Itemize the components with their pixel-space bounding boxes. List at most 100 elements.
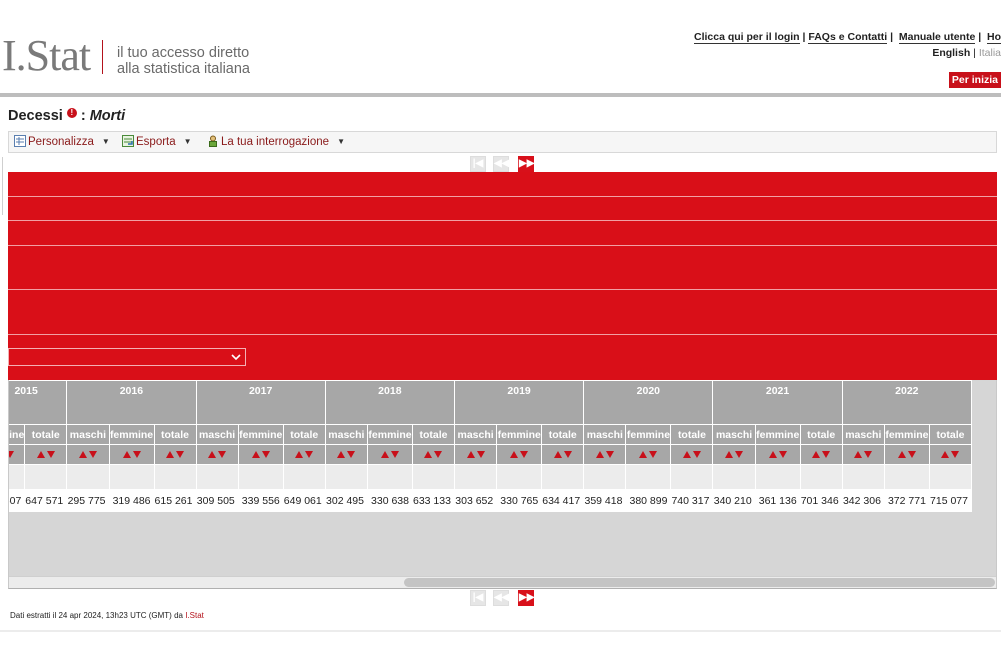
lang-italian[interactable]: Italia [979, 47, 1001, 59]
sort-ascending-icon[interactable] [251, 450, 260, 458]
sort-descending-icon[interactable] [649, 450, 658, 458]
value-cell: 330 765 [496, 489, 543, 512]
side-panel-handle[interactable] [0, 157, 3, 215]
value-cell: 295 775 [66, 489, 110, 512]
sort-descending-icon[interactable] [9, 450, 15, 458]
sort-descending-icon[interactable] [951, 450, 960, 458]
filter-row-divider [8, 220, 997, 221]
footer-divider [0, 630, 1001, 632]
sort-ascending-icon[interactable] [639, 450, 648, 458]
value-cell: 359 418 [583, 489, 627, 512]
sort-ascending-icon[interactable] [424, 450, 433, 458]
table-cell [367, 464, 413, 490]
sort-row [9, 444, 973, 465]
filter-select[interactable] [8, 348, 246, 366]
previous-page-icon[interactable]: ◀◀ [493, 156, 509, 172]
sort-ascending-icon[interactable] [36, 450, 45, 458]
source-link[interactable]: I.Stat [185, 611, 204, 620]
sort-controls [541, 444, 585, 465]
sort-controls [9, 444, 26, 465]
sort-descending-icon[interactable] [46, 450, 55, 458]
sort-descending-icon[interactable] [88, 450, 97, 458]
sort-ascending-icon[interactable] [337, 450, 346, 458]
table-cell [583, 464, 627, 490]
sort-ascending-icon[interactable] [941, 450, 950, 458]
sort-descending-icon[interactable] [132, 450, 141, 458]
query-menu[interactable]: La tua interrogazione ▼ [207, 135, 345, 148]
sort-controls [799, 444, 843, 465]
sort-descending-icon[interactable] [778, 450, 787, 458]
sort-ascending-icon[interactable] [78, 450, 87, 458]
sort-descending-icon[interactable] [520, 450, 529, 458]
sort-ascending-icon[interactable] [854, 450, 863, 458]
sort-descending-icon[interactable] [692, 450, 701, 458]
table-cell [541, 464, 585, 490]
language-switch: English | Italia [932, 47, 1001, 59]
customize-menu[interactable]: Personalizza ▼ [14, 135, 110, 148]
sort-ascending-icon[interactable] [553, 450, 562, 458]
sort-descending-icon[interactable] [347, 450, 356, 458]
lang-english[interactable]: English [932, 47, 970, 59]
scrollbar-thumb[interactable] [404, 578, 995, 587]
faq-link[interactable]: FAQs e Contatti [808, 31, 888, 44]
previous-page-icon[interactable]: ◀◀ [493, 590, 509, 606]
next-page-icon[interactable]: ▶▶ [518, 590, 534, 606]
home-link[interactable]: Ho [987, 31, 1001, 44]
sex-header: totale [24, 424, 68, 445]
sort-ascending-icon[interactable] [812, 450, 821, 458]
sort-controls [928, 444, 973, 465]
sort-ascending-icon[interactable] [122, 450, 131, 458]
sort-ascending-icon[interactable] [295, 450, 304, 458]
data-table: 20152016201720182019202020212022 mmineto… [9, 380, 973, 512]
sort-ascending-icon[interactable] [897, 450, 906, 458]
start-button[interactable]: Per inizia [948, 72, 1001, 88]
sort-controls [24, 444, 68, 465]
sort-ascending-icon[interactable] [208, 450, 217, 458]
sort-ascending-icon[interactable] [381, 450, 389, 458]
sort-descending-icon[interactable] [735, 450, 744, 458]
info-icon[interactable]: ! [66, 108, 77, 118]
sort-ascending-icon[interactable] [682, 450, 691, 458]
sort-descending-icon[interactable] [907, 450, 916, 458]
sex-header: femmine [237, 424, 284, 445]
sort-descending-icon[interactable] [563, 450, 572, 458]
value-cell: 309 505 [195, 489, 239, 512]
table-cell [412, 464, 455, 490]
table-cell [799, 464, 843, 490]
first-page-icon[interactable]: |◀ [470, 156, 486, 172]
value-cell: 647 571 [24, 489, 68, 512]
sort-descending-icon[interactable] [176, 450, 185, 458]
sort-descending-icon[interactable] [864, 450, 873, 458]
export-menu[interactable]: Esporta ▼ [122, 135, 192, 148]
sort-descending-icon[interactable] [822, 450, 831, 458]
sort-descending-icon[interactable] [391, 450, 399, 458]
manual-link[interactable]: Manuale utente [898, 31, 976, 44]
login-link[interactable]: Clicca qui per il login [694, 31, 800, 44]
value-cell: 340 210 [712, 489, 756, 512]
sort-descending-icon[interactable] [305, 450, 314, 458]
table-cell [928, 464, 973, 490]
sort-descending-icon[interactable] [261, 450, 270, 458]
sort-descending-icon[interactable] [218, 450, 227, 458]
user-icon [209, 135, 217, 147]
horizontal-scrollbar[interactable] [9, 576, 996, 588]
chevron-down-icon [231, 354, 241, 361]
sort-ascending-icon[interactable] [595, 450, 604, 458]
first-page-icon[interactable]: |◀ [470, 590, 486, 606]
sort-ascending-icon[interactable] [725, 450, 734, 458]
next-page-icon[interactable]: ▶▶ [518, 156, 534, 172]
tagline-line2: alla statistica italiana [117, 61, 250, 77]
sort-descending-icon[interactable] [605, 450, 614, 458]
year-header-2020: 2020 [583, 380, 714, 425]
table-cell [24, 464, 68, 490]
istat-logo[interactable]: I.Stat [2, 34, 91, 78]
sort-ascending-icon[interactable] [510, 450, 519, 458]
sort-descending-icon[interactable] [476, 450, 485, 458]
sort-controls [883, 444, 930, 465]
sort-ascending-icon[interactable] [768, 450, 777, 458]
sort-ascending-icon[interactable] [466, 450, 475, 458]
sort-descending-icon[interactable] [434, 450, 443, 458]
sex-header: femmine [625, 424, 672, 445]
sort-ascending-icon[interactable] [166, 450, 175, 458]
sex-header: maschi [712, 424, 756, 445]
